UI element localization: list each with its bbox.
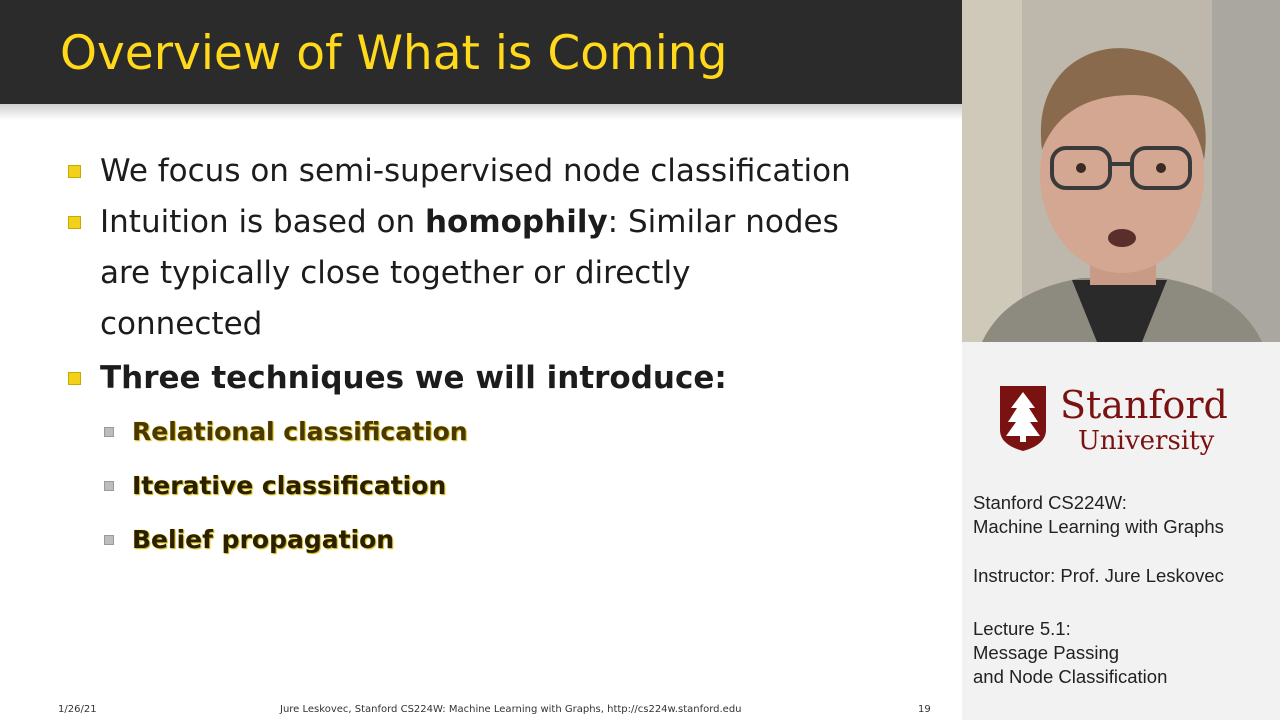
sub-bullet-marker-icon	[104, 535, 114, 545]
bullet-text-suffix: : Similar nodes	[607, 204, 839, 240]
bullet-text: Three techniques we will introduce:	[100, 353, 727, 404]
sub-bullet-marker-icon	[104, 427, 114, 437]
footer-citation: Jure Leskovec, Stanford CS224W: Machine …	[280, 704, 742, 715]
instructor-name: Instructor: Prof. Jure Leskovec	[973, 565, 1224, 586]
course-title-line-1: Stanford CS224W:	[973, 492, 1127, 513]
bullet-text: connected	[100, 306, 263, 342]
bullet-text-bold: homophily	[424, 204, 608, 240]
footer-page-number: 19	[918, 704, 931, 715]
lecture-title-line-2: and Node Classification	[973, 666, 1168, 687]
bullet-text-prefix: Intuition is based on	[100, 204, 425, 240]
bullet-marker-icon	[68, 372, 81, 385]
bullet-marker-icon	[68, 165, 81, 178]
sub-bullet-marker-icon	[104, 481, 114, 491]
course-title-line-2: Machine Learning with Graphs	[973, 516, 1224, 537]
bullet-text: Intuition is based on homophily: Similar…	[100, 197, 839, 248]
logo-text-university: University	[1078, 426, 1215, 456]
bullet-marker-icon	[68, 216, 81, 229]
bullet-text-bold: Three techniques we will introduce:	[100, 360, 727, 396]
title-shadow	[0, 104, 962, 120]
slide-title: Overview of What is Coming	[60, 26, 728, 81]
webcam-video	[962, 0, 1280, 342]
sub-bullet-text: Relational classification	[132, 417, 468, 446]
bullet-text: are typically close together or directly	[100, 255, 691, 291]
presenter-video-icon	[962, 0, 1280, 342]
lecture-title-line-1: Message Passing	[973, 642, 1120, 663]
title-bar: Overview of What is Coming	[0, 0, 962, 104]
logo-text-stanford: Stanford	[1060, 383, 1228, 427]
stanford-logo	[998, 384, 1048, 456]
sub-bullet-text: Belief propagation	[132, 525, 395, 554]
footer-date: 1/26/21	[58, 704, 97, 715]
bullet-text: We focus on semi-supervised node classif…	[100, 153, 851, 189]
course-info-panel: Stanford University Stanford CS224W: Mac…	[962, 0, 1280, 720]
slide: Overview of What is Coming We focus on s…	[0, 0, 962, 720]
sub-bullet-text: Iterative classification	[132, 471, 447, 500]
stanford-tree-icon	[1000, 386, 1046, 451]
lecture-number: Lecture 5.1:	[973, 618, 1071, 639]
